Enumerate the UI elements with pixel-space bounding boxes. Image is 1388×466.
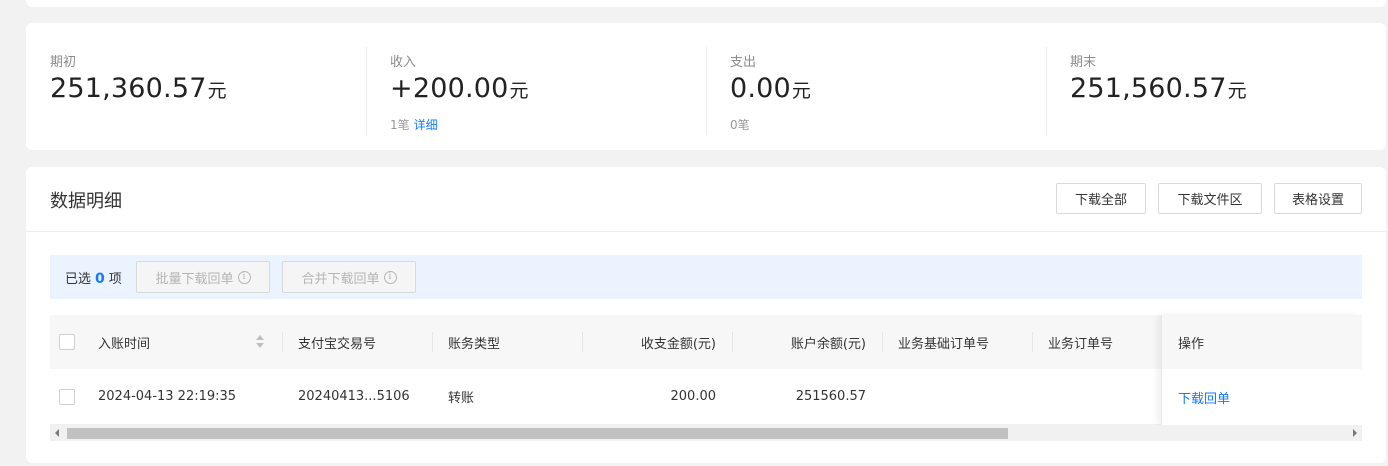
fixed-body: 下载回单 bbox=[1162, 369, 1362, 425]
stat-income-unit: 元 bbox=[509, 80, 529, 102]
income-detail-link[interactable]: 详细 bbox=[414, 118, 438, 132]
merge-download-button[interactable]: 合并下载回单 i bbox=[282, 261, 416, 293]
stat-opening-unit: 元 bbox=[207, 80, 227, 102]
selected-count-text: 已选 0 项 bbox=[65, 268, 122, 287]
stat-divider bbox=[1046, 47, 1047, 135]
scrollbar-thumb[interactable] bbox=[67, 428, 1008, 439]
select-all-checkbox[interactable] bbox=[59, 334, 75, 350]
cell-trade-no: 20240413...5106 bbox=[298, 389, 410, 404]
horizontal-scrollbar[interactable] bbox=[50, 425, 1362, 441]
column-divider bbox=[432, 332, 433, 352]
detail-card: 数据明细 下载全部 下载文件区 表格设置 已选 0 项 批量下载回单 i 合并下载回… bbox=[26, 167, 1386, 463]
fixed-action-column: 操作 下载回单 bbox=[1161, 315, 1362, 425]
merge-download-label: 合并下载回单 bbox=[301, 271, 380, 287]
select-all-cell bbox=[59, 315, 75, 369]
summary-card: 期初 251,360.57元 收入 +200.00元 1笔 详细 支出 0.00元… bbox=[26, 23, 1386, 150]
download-receipt-link[interactable]: 下载回单 bbox=[1178, 369, 1230, 425]
col-header-balance: 账户余额(元) bbox=[790, 336, 866, 352]
stat-closing-value: 251,560.57元 bbox=[1070, 73, 1247, 104]
col-header-base-order: 业务基础订单号 bbox=[898, 336, 990, 352]
stat-expense-unit: 元 bbox=[791, 80, 811, 102]
col-header-order: 业务订单号 bbox=[1048, 336, 1114, 352]
download-file-area-button[interactable]: 下载文件区 bbox=[1158, 183, 1262, 214]
stat-income-amount: +200.00 bbox=[390, 73, 509, 104]
stat-opening-value: 251,360.57元 bbox=[50, 73, 227, 104]
info-circle-icon: i bbox=[383, 270, 397, 284]
stat-divider bbox=[366, 47, 367, 135]
stat-opening-amount: 251,360.57 bbox=[50, 73, 207, 104]
stat-closing-amount: 251,560.57 bbox=[1070, 73, 1227, 104]
stat-expense-value: 0.00元 bbox=[730, 73, 811, 104]
column-divider bbox=[882, 332, 883, 352]
data-table: 入账时间 支付宝交易号 账务类型 收支金额(元) 账户余额(元) 业务基础订单号… bbox=[50, 315, 1362, 442]
info-circle-icon: i bbox=[237, 270, 251, 284]
stat-closing-unit: 元 bbox=[1227, 80, 1247, 102]
column-divider bbox=[1032, 332, 1033, 352]
row-checkbox[interactable] bbox=[59, 388, 75, 405]
cell-type: 转账 bbox=[448, 391, 475, 406]
column-divider bbox=[282, 332, 283, 352]
row-select-cell bbox=[59, 369, 75, 424]
selected-count: 0 bbox=[95, 271, 105, 287]
col-header-time[interactable]: 入账时间 bbox=[98, 315, 150, 369]
stat-income-sub: 1笔 详细 bbox=[390, 116, 438, 133]
stat-income-count: 1笔 bbox=[390, 118, 410, 132]
top-card-edge bbox=[26, 0, 1386, 7]
table-settings-button[interactable]: 表格设置 bbox=[1274, 183, 1362, 214]
stat-opening: 期初 251,360.57元 bbox=[50, 47, 350, 135]
arrow-right-icon[interactable] bbox=[1353, 429, 1357, 437]
detail-title: 数据明细 bbox=[50, 191, 122, 212]
stat-opening-label: 期初 bbox=[50, 55, 77, 70]
col-header-type: 账务类型 bbox=[448, 336, 501, 352]
selected-suffix: 项 bbox=[108, 272, 122, 287]
col-header-action: 操作 bbox=[1178, 336, 1205, 352]
stat-expense-label: 支出 bbox=[730, 55, 757, 70]
cell-time: 2024-04-13 22:19:35 bbox=[98, 389, 237, 404]
download-all-button[interactable]: 下载全部 bbox=[1056, 183, 1146, 214]
stat-expense-count: 0笔 bbox=[730, 118, 750, 132]
cell-amount: 200.00 bbox=[670, 389, 717, 404]
stat-closing-label: 期末 bbox=[1070, 55, 1097, 70]
detail-divider bbox=[26, 231, 1386, 232]
selection-bar: 已选 0 项 批量下载回单 i 合并下载回单 i bbox=[50, 255, 1362, 299]
batch-download-label: 批量下载回单 bbox=[155, 271, 234, 287]
cell-balance: 251560.57 bbox=[795, 389, 866, 404]
stat-income-value: +200.00元 bbox=[390, 73, 529, 104]
sort-icon[interactable] bbox=[256, 335, 264, 349]
stat-divider bbox=[706, 47, 707, 135]
stat-expense-amount: 0.00 bbox=[730, 73, 791, 104]
stat-income: 收入 +200.00元 1笔 详细 bbox=[390, 47, 690, 135]
stat-closing: 期末 251,560.57元 bbox=[1070, 47, 1370, 135]
fixed-header: 操作 bbox=[1162, 315, 1362, 369]
selected-prefix: 已选 bbox=[65, 272, 92, 287]
col-header-trade-no: 支付宝交易号 bbox=[298, 336, 377, 352]
batch-download-button[interactable]: 批量下载回单 i bbox=[136, 261, 270, 293]
arrow-left-icon[interactable] bbox=[55, 429, 59, 437]
stat-income-label: 收入 bbox=[390, 55, 417, 70]
col-header-amount: 收支金额(元) bbox=[640, 336, 716, 352]
stat-expense: 支出 0.00元 0笔 bbox=[730, 47, 1030, 135]
